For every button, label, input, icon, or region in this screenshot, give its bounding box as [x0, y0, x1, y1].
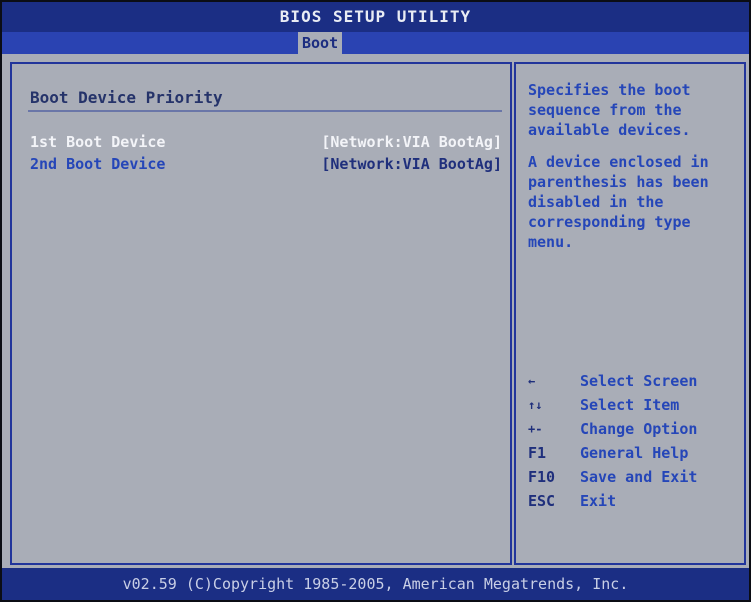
footer-bar: v02.59 (C)Copyright 1985-2005, American …: [2, 568, 749, 600]
main-panel: Boot Device Priority 1st Boot Device [Ne…: [10, 62, 512, 565]
help-panel: Specifies the boot sequence from the ava…: [514, 62, 746, 565]
tab-boot[interactable]: Boot: [298, 32, 343, 54]
key-legend: ← Select Screen ↑↓ Select Item +- Change…: [528, 369, 736, 513]
help-paragraph: Specifies the boot sequence from the ava…: [528, 81, 691, 139]
option-value[interactable]: [Network:VIA BootAg]: [321, 132, 502, 152]
legend-desc: General Help: [580, 444, 689, 462]
copyright-text: v02.59 (C)Copyright 1985-2005, American …: [122, 575, 629, 593]
option-label: 1st Boot Device: [30, 133, 166, 151]
option-2nd-boot-device[interactable]: 2nd Boot Device [Network:VIA BootAg]: [30, 154, 502, 174]
section-divider: [28, 110, 502, 112]
option-1st-boot-device[interactable]: 1st Boot Device [Network:VIA BootAg]: [30, 132, 502, 152]
legend-desc: Exit: [580, 492, 617, 510]
legend-key: F1: [528, 444, 547, 462]
legend-row: +- Change Option: [528, 417, 736, 441]
app-title: BIOS SETUP UTILITY: [279, 7, 472, 26]
help-paragraph: A device enclosed in parenthesis has bee…: [528, 153, 709, 251]
left-arrow-icon: ←: [528, 374, 536, 388]
legend-row: ↑↓ Select Item: [528, 393, 736, 417]
legend-key: ESC: [528, 492, 556, 510]
legend-row: ← Select Screen: [528, 369, 736, 393]
tab-strip: Boot: [2, 32, 749, 54]
section-title: Boot Device Priority: [30, 88, 223, 107]
option-label: 2nd Boot Device: [30, 155, 166, 173]
option-value[interactable]: [Network:VIA BootAg]: [321, 154, 502, 174]
up-down-arrow-icon: ↑↓: [528, 398, 543, 412]
legend-row: ESC Exit: [528, 489, 736, 513]
legend-desc: Save and Exit: [580, 468, 698, 486]
bios-screen: BIOS SETUP UTILITY Boot Boot Device Prio…: [2, 2, 749, 600]
legend-row: F1 General Help: [528, 441, 736, 465]
help-text: Specifies the boot sequence from the ava…: [528, 80, 736, 264]
legend-row: F10 Save and Exit: [528, 465, 736, 489]
title-bar: BIOS SETUP UTILITY: [2, 2, 749, 32]
legend-desc: Change Option: [580, 420, 698, 438]
plus-minus-icon: +-: [528, 422, 543, 436]
legend-key: F10: [528, 468, 556, 486]
legend-desc: Select Item: [580, 396, 680, 414]
legend-desc: Select Screen: [580, 372, 698, 390]
